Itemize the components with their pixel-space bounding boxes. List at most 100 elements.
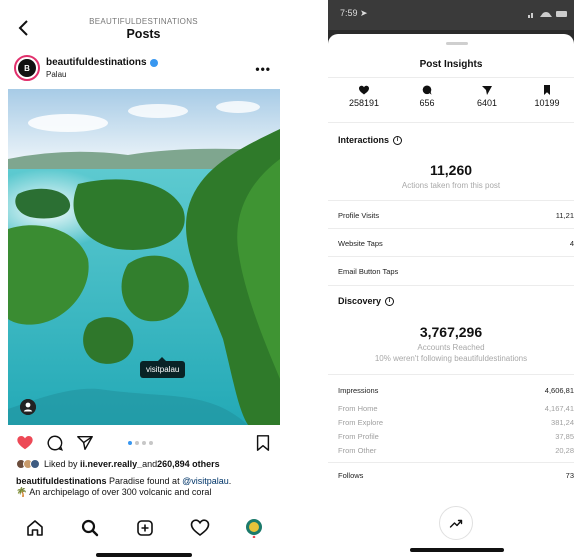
location[interactable]: Palau [46,70,66,79]
likes-count[interactable]: 260,894 others [157,459,220,469]
row-value: 37,85 [555,432,574,441]
post-screen: BEAUTIFULDESTINATIONS Posts B beautifuld… [0,0,287,560]
stat-value: 656 [419,98,435,108]
caption-line-2: 🌴 An archipelago of over 300 volcanic an… [16,487,282,498]
post-action-bar [0,432,287,454]
discovery-row: Impressions 4,606,81 [338,386,574,395]
add-post-icon[interactable] [135,518,155,538]
caption-text: Paradise found at [106,476,183,486]
heart-icon[interactable] [190,518,210,538]
header-account-name: BEAUTIFULDESTINATIONS [89,17,198,26]
row-value: 73 [565,471,574,480]
heart-icon [359,85,369,95]
discovery-row: Follows 73 [338,471,574,480]
discovery-row: From Profile 37,85 [338,432,574,441]
interactions-total-label: Actions taken from this post [401,181,501,190]
stat-value: 10199 [534,98,560,108]
avatar-letter: B [18,59,36,77]
liker-avatars [16,459,40,469]
tagged-user-icon[interactable] [20,399,36,415]
search-icon[interactable] [80,518,100,538]
divider [328,228,574,229]
divider [328,374,574,375]
home-indicator [96,553,192,557]
discovery-heading-text: Discovery [338,296,382,306]
discovery-total-label: Accounts Reached [417,343,485,352]
discovery-heading: Discovery i [338,296,395,306]
divider [328,285,574,286]
divider [328,462,574,463]
info-icon[interactable]: i [385,296,395,306]
page-title: Posts [126,27,161,41]
status-time-text: 7:59 [340,8,358,18]
username[interactable]: beautifuldestinations [46,57,158,68]
insights-screen: 7:59 ➤ Post Insights 258191 656 6401 101… [328,0,574,560]
profile-avatar[interactable] [244,518,264,538]
carousel-indicator [128,441,153,445]
discovery-row: From Explore 381,24 [338,418,574,427]
interaction-row: Website Taps 4 [338,239,574,248]
bookmark-icon [544,85,550,95]
avatar[interactable]: B [14,55,40,81]
comment-icon[interactable] [46,434,64,452]
status-time: 7:59 ➤ [340,8,368,19]
stat-likes: 258191 [339,84,389,108]
username-text: beautifuldestinations [46,57,147,68]
engagement-stats: 258191 656 6401 10199 [328,84,574,118]
row-value: 4,606,81 [544,386,574,395]
post-account-row: B beautifuldestinations Palau ••• [0,52,287,86]
liker-avatar [30,459,40,469]
post-header: BEAUTIFULDESTINATIONS Posts [0,0,287,48]
likes-user[interactable]: ii.never.really_ [80,459,142,469]
caption-line-2-text: An archipelago of over 300 volcanic and … [29,487,212,497]
bottom-nav [0,513,287,543]
home-indicator [410,548,504,552]
carousel-dot [128,441,132,445]
row-value: 20,28 [555,446,574,455]
caption-end: . [228,476,232,486]
insights-sheet: Post Insights 258191 656 6401 10199 Inte… [328,34,574,560]
caption-mention[interactable]: @visitpalau [182,476,229,486]
trend-button[interactable] [439,506,473,540]
trending-up-icon [449,519,463,528]
home-icon[interactable] [25,518,45,538]
row-value: 11,21 [555,211,574,220]
divider [328,256,574,257]
divider [328,77,574,78]
stat-comments: 656 [402,84,452,108]
photo-tag-label[interactable]: visitpalau [140,357,186,378]
stat-value: 258191 [348,98,380,108]
more-horizontal-icon[interactable]: ••• [255,62,271,76]
row-label: Follows [338,471,364,480]
caption-line-1: beautifuldestinations Paradise found at … [16,476,282,487]
likes-prefix: Liked by [44,459,78,469]
sheet-grabber[interactable] [446,42,468,45]
status-icons [528,11,567,18]
stat-saves: 10199 [522,84,572,108]
stat-value: 6401 [476,98,498,108]
row-value: 4 [569,239,574,248]
sheet-title: Post Insights [419,59,483,70]
interactions-heading-text: Interactions [338,135,390,145]
palm-tree-icon: 🌴 [16,487,28,497]
discovery-note: 10% weren't following beautifuldestinati… [374,354,528,363]
status-bar: 7:59 ➤ [328,0,574,30]
row-value: 381,24 [551,418,574,427]
verified-badge-icon [149,58,158,67]
interactions-total: 11,260 [429,162,473,178]
caption-username[interactable]: beautifuldestinations [16,476,107,486]
interactions-heading: Interactions i [338,135,403,145]
carousel-dot [149,441,153,445]
heart-icon[interactable] [16,434,34,452]
row-label: Website Taps [338,239,383,248]
row-label: Email Button Taps [338,267,399,276]
likes-summary[interactable]: Liked by ii.never.really_ and 260,894 ot… [16,459,281,469]
paper-plane-icon[interactable] [76,434,94,452]
info-icon[interactable]: i [393,135,403,145]
bookmark-icon[interactable] [254,434,272,452]
likes-mid: and [142,459,158,469]
interaction-row: Profile Visits 11,21 [338,211,574,220]
post-photo[interactable]: visitpalau [8,89,280,425]
row-value: 4,167,41 [544,404,574,413]
stat-shares: 6401 [462,84,512,108]
